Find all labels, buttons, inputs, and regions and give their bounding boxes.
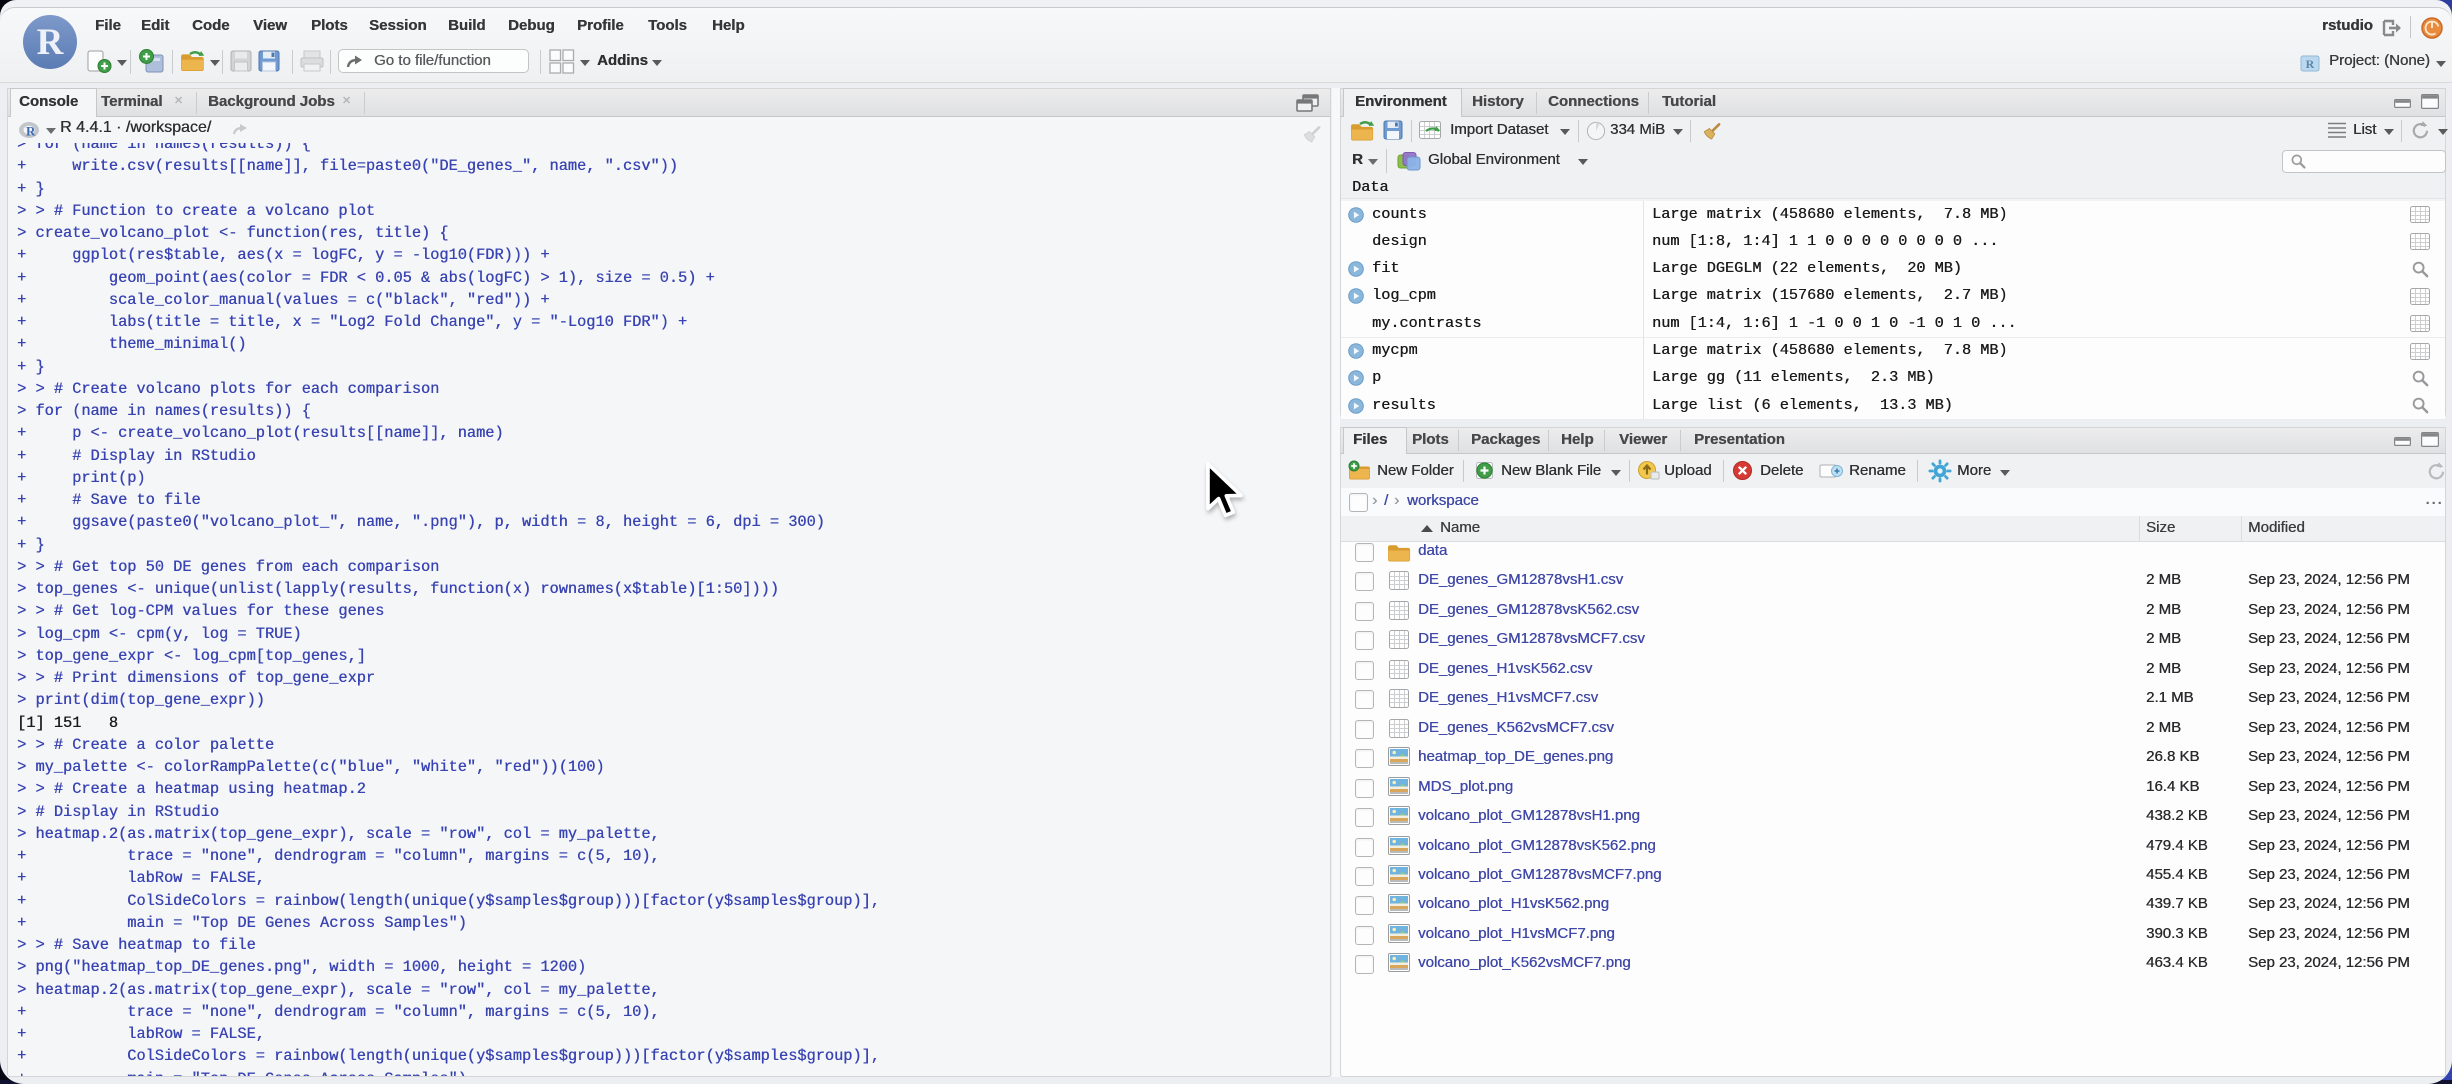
svg-text:R: R [37,22,65,63]
svg-text:R: R [2306,57,2315,71]
svg-text:R: R [26,124,36,139]
